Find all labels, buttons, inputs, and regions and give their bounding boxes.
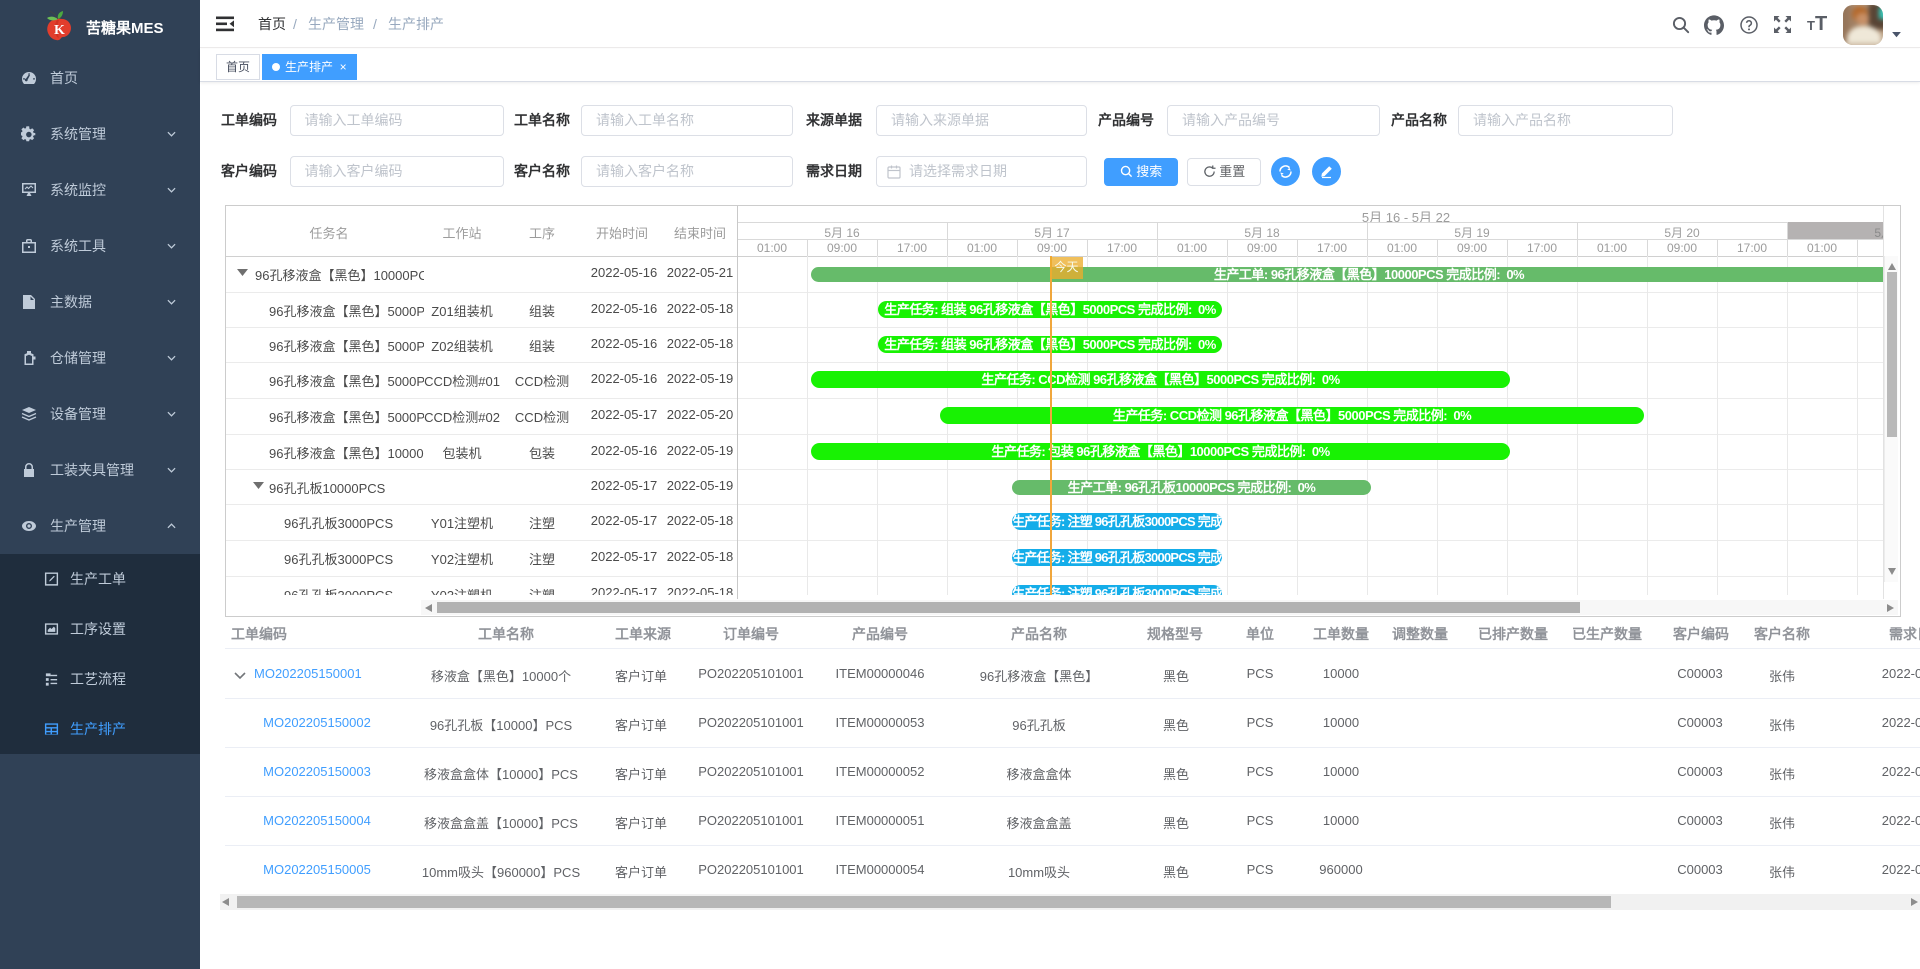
svg-text:K: K <box>54 23 65 38</box>
